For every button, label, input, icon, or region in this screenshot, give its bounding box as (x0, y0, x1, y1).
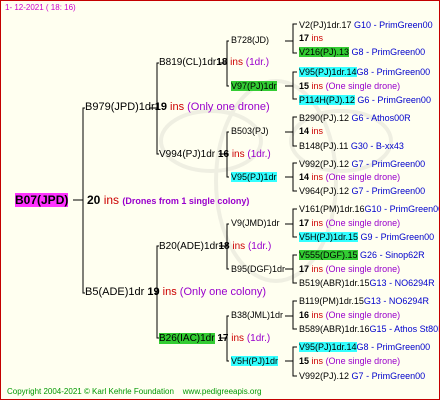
root-queen[interactable]: B07(JPD) (15, 192, 69, 208)
gen3-queen[interactable]: B728(JD) (231, 34, 269, 47)
gen4-entry[interactable]: V161(PM)1dr.16G10 - PrimGreen00 (299, 203, 439, 216)
gen3-queen[interactable]: V9(JMD)1dr (231, 217, 280, 230)
gen4-entry[interactable]: B519(ABR)1dr.15G13 - NO6294R (299, 277, 435, 290)
gen4-entry[interactable]: V555(DGF).15 G26 - Sinop62R (299, 249, 425, 262)
gen4-inbreeding: 14 ins (One single drone) (299, 172, 401, 182)
gen2-queen[interactable]: B819(CL)1dr18 ins (1dr.) (159, 56, 269, 69)
gen3-queen[interactable]: B38(JML)1dr (231, 309, 283, 322)
root-inbreeding: 20 ins (Drones from 1 single colony) (87, 193, 250, 207)
site-link[interactable]: www.pedigreeapis.org (183, 387, 262, 396)
gen4-entry[interactable]: V216(PJ).13 G8 - PrimGreen00 (299, 46, 425, 59)
pedigree-frame: 1- 12-2021 ( 18: 16) B07(JPD) 20 ins (Dr… (0, 0, 440, 400)
footer: Copyright 2004-2021 © Karl Kehrle Founda… (7, 387, 262, 396)
gen4-entry[interactable]: B589(ABR)1dr.16G15 - Athos St80R (299, 323, 439, 336)
gen4-entry[interactable]: V992(PJ).12 G7 - PrimGreen00 (299, 370, 425, 383)
gen4-entry[interactable]: B148(PJ).11 G30 - B-xx43 (299, 140, 404, 153)
gen4-inbreeding: 16 ins (One single drone) (299, 310, 401, 320)
gen4-entry[interactable]: V2(PJ)1dr.17 G10 - PrimGreen00 (299, 19, 433, 32)
gen4-entry[interactable]: V95(PJ)1dr.14G8 - PrimGreen00 (299, 341, 430, 354)
gen4-inbreeding: 15 ins (One single drone) (299, 356, 401, 366)
gen4-entry[interactable]: P114H(PJ).12 G6 - PrimGreen00 (299, 94, 431, 107)
gen4-entry[interactable]: B290(PJ).12 G6 - Athos00R (299, 112, 411, 125)
gen4-entry: 14 ins (299, 126, 324, 136)
gen4-inbreeding: 17 ins (One single drone) (299, 218, 401, 228)
gen2-queen[interactable]: B26(IAC)1dr 17 ins (1dr.) (159, 332, 270, 345)
gen4-entry[interactable]: V95(PJ)1dr.14G8 - PrimGreen00 (299, 66, 430, 79)
gen4-inbreeding: 15 ins (One single drone) (299, 81, 401, 91)
gen4-entry[interactable]: V964(PJ).12 G7 - PrimGreen00 (299, 185, 425, 198)
gen4-entry: 17 ins (299, 33, 324, 43)
gen4-entry[interactable]: V992(PJ).12 G7 - PrimGreen00 (299, 158, 425, 171)
gen1-queen[interactable]: B979(JPD)1dr19 ins (Only one drone) (85, 101, 270, 114)
copyright-text: Copyright 2004-2021 © Karl Kehrle Founda… (7, 387, 174, 396)
gen3-queen[interactable]: B503(PJ) (231, 125, 269, 138)
gen2-queen[interactable]: B20(ADE)1dr18 ins (1dr.) (159, 240, 271, 253)
gen3-queen[interactable]: V5H(PJ)1dr (231, 355, 279, 368)
gen3-queen[interactable]: V97(PJ)1dr (231, 80, 277, 93)
gen4-inbreeding: 17 ins (One single drone) (299, 264, 401, 274)
gen4-entry[interactable]: B119(PM)1dr.15G13 - NO6294R (299, 295, 429, 308)
gen1-queen[interactable]: B5(ADE)1dr 19 ins (Only one colony) (85, 286, 266, 299)
gen4-entry[interactable]: V5H(PJ)1dr.15 G9 - PrimGreen00 (299, 231, 434, 244)
gen3-queen[interactable]: B95(DGF)1dr (231, 263, 285, 276)
gen2-queen[interactable]: V994(PJ)1dr 16 ins (1dr.) (159, 148, 271, 161)
gen3-queen[interactable]: V95(PJ)1dr (231, 171, 277, 184)
